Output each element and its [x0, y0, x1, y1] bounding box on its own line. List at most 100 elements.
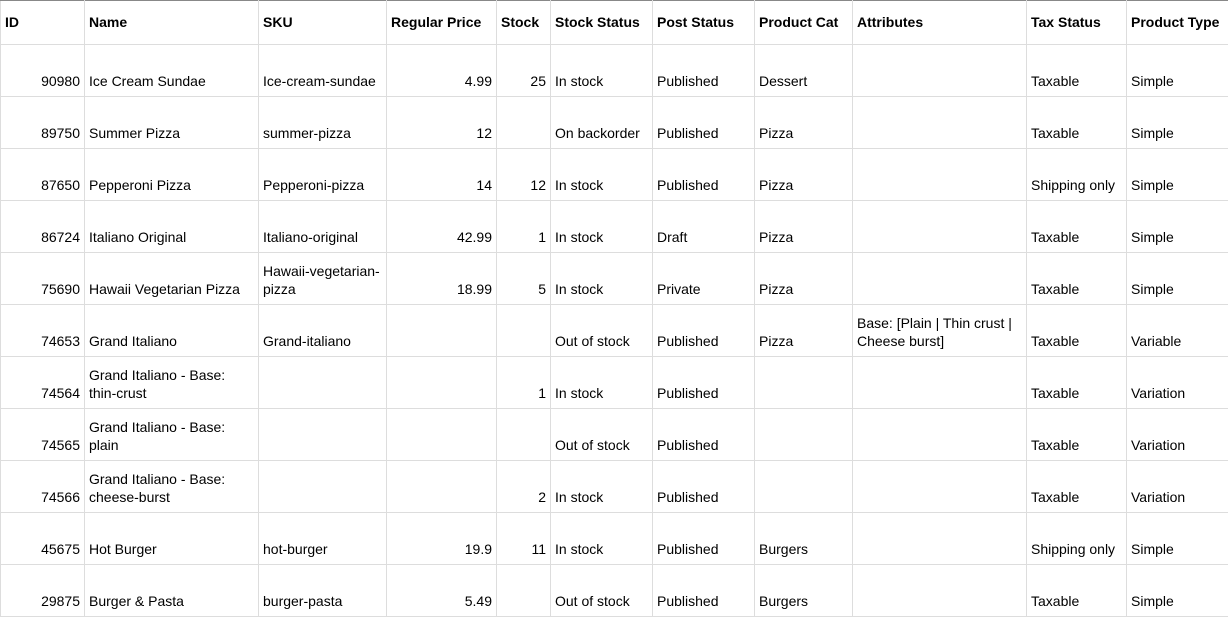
cell-product_cat: Dessert	[755, 45, 853, 97]
cell-post_status: Published	[653, 461, 755, 513]
table-header: IDNameSKURegular PriceStockStock StatusP…	[1, 1, 1228, 45]
table-row: 45675Hot Burgerhot-burger19.911In stockP…	[1, 513, 1228, 565]
cell-regular_price: 19.9	[387, 513, 497, 565]
cell-product_type: Simple	[1127, 45, 1228, 97]
cell-stock: 11	[497, 513, 551, 565]
cell-post_status: Published	[653, 97, 755, 149]
cell-product_cat: Pizza	[755, 201, 853, 253]
cell-sku: burger-pasta	[259, 565, 387, 617]
cell-regular_price: 4.99	[387, 45, 497, 97]
column-header-post_status: Post Status	[653, 1, 755, 45]
cell-stock	[497, 409, 551, 461]
cell-product_type: Simple	[1127, 565, 1228, 617]
cell-tax_status: Taxable	[1027, 305, 1127, 357]
cell-product_cat: Burgers	[755, 513, 853, 565]
cell-product_type: Simple	[1127, 97, 1228, 149]
cell-attributes	[853, 201, 1027, 253]
cell-post_status: Private	[653, 253, 755, 305]
table-row: 89750Summer Pizzasummer-pizza12On backor…	[1, 97, 1228, 149]
cell-tax_status: Taxable	[1027, 461, 1127, 513]
cell-tax_status: Taxable	[1027, 97, 1127, 149]
cell-product_cat	[755, 357, 853, 409]
table-row: 87650Pepperoni PizzaPepperoni-pizza1412I…	[1, 149, 1228, 201]
cell-sku	[259, 357, 387, 409]
cell-sku: Grand-italiano	[259, 305, 387, 357]
cell-stock: 25	[497, 45, 551, 97]
cell-product_type: Variation	[1127, 409, 1228, 461]
column-header-tax_status: Tax Status	[1027, 1, 1127, 45]
cell-tax_status: Taxable	[1027, 357, 1127, 409]
cell-stock	[497, 305, 551, 357]
cell-attributes	[853, 253, 1027, 305]
column-header-product_type: Product Type	[1127, 1, 1228, 45]
table-body: 90980Ice Cream SundaeIce-cream-sundae4.9…	[1, 45, 1228, 617]
cell-stock_status: Out of stock	[551, 565, 653, 617]
cell-post_status: Published	[653, 357, 755, 409]
cell-post_status: Published	[653, 305, 755, 357]
cell-product_cat	[755, 461, 853, 513]
column-header-name: Name	[85, 1, 259, 45]
column-header-id: ID	[1, 1, 85, 45]
cell-post_status: Published	[653, 149, 755, 201]
cell-stock: 12	[497, 149, 551, 201]
cell-attributes	[853, 461, 1027, 513]
cell-sku: Ice-cream-sundae	[259, 45, 387, 97]
table-row: 75690Hawaii Vegetarian PizzaHawaii-veget…	[1, 253, 1228, 305]
cell-product_type: Simple	[1127, 201, 1228, 253]
table-row: 74566Grand Italiano - Base: cheese-burst…	[1, 461, 1228, 513]
cell-tax_status: Shipping only	[1027, 149, 1127, 201]
column-header-attributes: Attributes	[853, 1, 1027, 45]
cell-tax_status: Shipping only	[1027, 513, 1127, 565]
cell-regular_price	[387, 461, 497, 513]
cell-product_cat: Pizza	[755, 253, 853, 305]
cell-regular_price	[387, 305, 497, 357]
cell-post_status: Published	[653, 565, 755, 617]
cell-post_status: Published	[653, 409, 755, 461]
cell-stock_status: In stock	[551, 45, 653, 97]
cell-regular_price: 12	[387, 97, 497, 149]
cell-post_status: Published	[653, 513, 755, 565]
cell-product_cat: Pizza	[755, 97, 853, 149]
cell-tax_status: Taxable	[1027, 253, 1127, 305]
cell-sku: Italiano-original	[259, 201, 387, 253]
cell-attributes	[853, 565, 1027, 617]
cell-stock: 2	[497, 461, 551, 513]
cell-product_type: Simple	[1127, 253, 1228, 305]
cell-stock_status: In stock	[551, 461, 653, 513]
cell-name: Italiano Original	[85, 201, 259, 253]
cell-tax_status: Taxable	[1027, 565, 1127, 617]
cell-regular_price	[387, 357, 497, 409]
cell-sku: summer-pizza	[259, 97, 387, 149]
cell-regular_price: 14	[387, 149, 497, 201]
cell-product_type: Variation	[1127, 461, 1228, 513]
cell-tax_status: Taxable	[1027, 201, 1127, 253]
cell-regular_price: 42.99	[387, 201, 497, 253]
cell-sku: hot-burger	[259, 513, 387, 565]
table-row: 29875Burger & Pastaburger-pasta5.49Out o…	[1, 565, 1228, 617]
cell-name: Grand Italiano	[85, 305, 259, 357]
cell-attributes	[853, 45, 1027, 97]
cell-regular_price	[387, 409, 497, 461]
cell-stock_status: In stock	[551, 253, 653, 305]
cell-attributes	[853, 97, 1027, 149]
cell-stock: 1	[497, 357, 551, 409]
column-header-product_cat: Product Cat	[755, 1, 853, 45]
cell-id: 74564	[1, 357, 85, 409]
cell-name: Hot Burger	[85, 513, 259, 565]
cell-stock_status: Out of stock	[551, 305, 653, 357]
cell-product_cat	[755, 409, 853, 461]
table-row: 74565Grand Italiano - Base: plainOut of …	[1, 409, 1228, 461]
cell-name: Hawaii Vegetarian Pizza	[85, 253, 259, 305]
table-row: 90980Ice Cream SundaeIce-cream-sundae4.9…	[1, 45, 1228, 97]
cell-product_cat: Pizza	[755, 305, 853, 357]
cell-name: Grand Italiano - Base: plain	[85, 409, 259, 461]
cell-id: 74565	[1, 409, 85, 461]
cell-id: 45675	[1, 513, 85, 565]
cell-stock_status: In stock	[551, 201, 653, 253]
cell-stock	[497, 565, 551, 617]
cell-name: Burger & Pasta	[85, 565, 259, 617]
cell-id: 86724	[1, 201, 85, 253]
cell-name: Pepperoni Pizza	[85, 149, 259, 201]
cell-name: Ice Cream Sundae	[85, 45, 259, 97]
cell-regular_price: 5.49	[387, 565, 497, 617]
